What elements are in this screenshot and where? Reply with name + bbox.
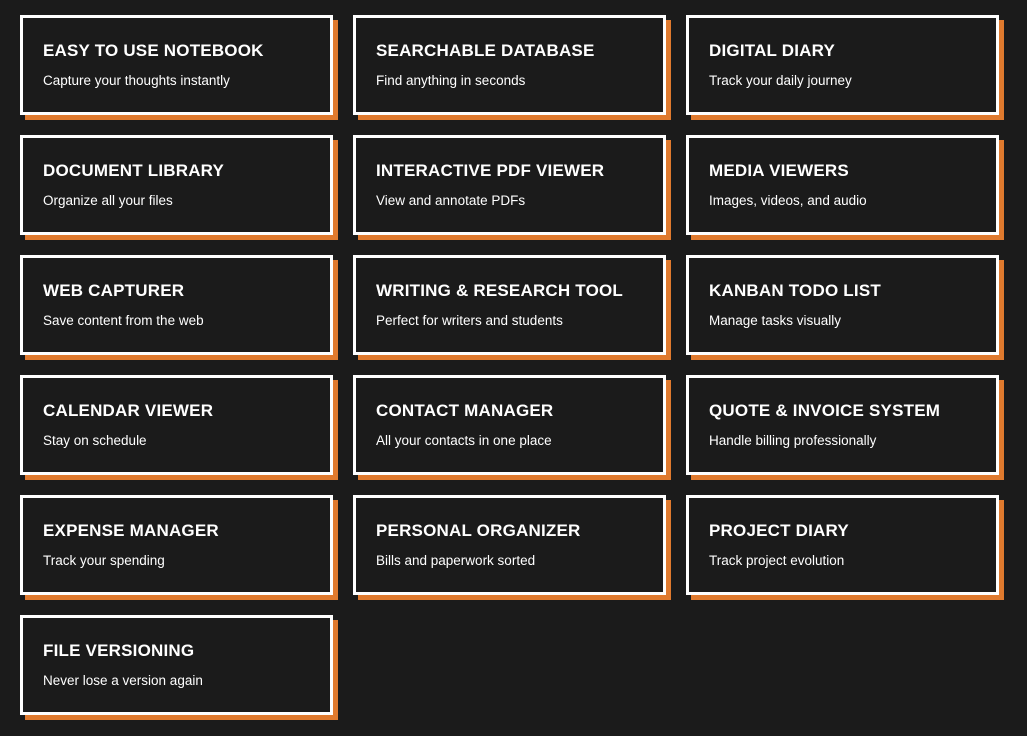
feature-title: EASY TO USE NOTEBOOK	[43, 41, 264, 60]
feature-description: Images, videos, and audio	[709, 193, 867, 208]
feature-card-project-diary[interactable]: PROJECT DIARY Track project evolution	[686, 495, 999, 595]
feature-description: Track your spending	[43, 553, 165, 568]
feature-card-easy-to-use-notebook[interactable]: EASY TO USE NOTEBOOK Capture your though…	[20, 15, 333, 115]
feature-title: WRITING & RESEARCH TOOL	[376, 281, 624, 300]
feature-card-document-library[interactable]: DOCUMENT LIBRARY Organize all your files	[20, 135, 333, 235]
feature-grid: EASY TO USE NOTEBOOK Capture your though…	[20, 15, 999, 715]
feature-card-web-capturer[interactable]: WEB CAPTURER Save content from the web	[20, 255, 333, 355]
feature-description: All your contacts in one place	[376, 433, 552, 448]
feature-title: QUOTE & INVOICE SYSTEM	[709, 401, 941, 420]
feature-description: Stay on schedule	[43, 433, 147, 448]
feature-description: Bills and paperwork sorted	[376, 553, 536, 568]
feature-title: CALENDAR VIEWER	[43, 401, 214, 420]
feature-card-digital-diary[interactable]: DIGITAL DIARY Track your daily journey	[686, 15, 999, 115]
feature-card-personal-organizer[interactable]: PERSONAL ORGANIZER Bills and paperwork s…	[353, 495, 666, 595]
feature-title: SEARCHABLE DATABASE	[376, 41, 595, 60]
feature-description: Perfect for writers and students	[376, 313, 563, 328]
feature-card-interactive-pdf-viewer[interactable]: INTERACTIVE PDF VIEWER View and annotate…	[353, 135, 666, 235]
feature-title: FILE VERSIONING	[43, 641, 195, 660]
feature-card-writing-research-tool[interactable]: WRITING & RESEARCH TOOL Perfect for writ…	[353, 255, 666, 355]
feature-card-media-viewers[interactable]: MEDIA VIEWERS Images, videos, and audio	[686, 135, 999, 235]
feature-title: DOCUMENT LIBRARY	[43, 161, 225, 180]
feature-title: WEB CAPTURER	[43, 281, 185, 300]
feature-card-calendar-viewer[interactable]: CALENDAR VIEWER Stay on schedule	[20, 375, 333, 475]
feature-description: Organize all your files	[43, 193, 173, 208]
feature-description: View and annotate PDFs	[376, 193, 526, 208]
feature-title: EXPENSE MANAGER	[43, 521, 219, 540]
feature-title: PERSONAL ORGANIZER	[376, 521, 581, 540]
feature-description: Handle billing professionally	[709, 433, 877, 448]
feature-title: MEDIA VIEWERS	[709, 161, 849, 180]
feature-description: Find anything in seconds	[376, 73, 526, 88]
feature-title: DIGITAL DIARY	[709, 41, 836, 60]
feature-description: Capture your thoughts instantly	[43, 73, 230, 88]
feature-card-file-versioning[interactable]: FILE VERSIONING Never lose a version aga…	[20, 615, 333, 715]
feature-card-kanban-todo-list[interactable]: KANBAN TODO LIST Manage tasks visually	[686, 255, 999, 355]
feature-description: Track your daily journey	[709, 73, 852, 88]
feature-card-searchable-database[interactable]: SEARCHABLE DATABASE Find anything in sec…	[353, 15, 666, 115]
feature-title: CONTACT MANAGER	[376, 401, 554, 420]
feature-card-quote-invoice-system[interactable]: QUOTE & INVOICE SYSTEM Handle billing pr…	[686, 375, 999, 475]
feature-card-expense-manager[interactable]: EXPENSE MANAGER Track your spending	[20, 495, 333, 595]
feature-card-contact-manager[interactable]: CONTACT MANAGER All your contacts in one…	[353, 375, 666, 475]
feature-title: PROJECT DIARY	[709, 521, 849, 540]
feature-description: Manage tasks visually	[709, 313, 842, 328]
feature-description: Never lose a version again	[43, 673, 203, 688]
feature-description: Save content from the web	[43, 313, 204, 328]
feature-title: KANBAN TODO LIST	[709, 281, 881, 300]
feature-title: INTERACTIVE PDF VIEWER	[376, 161, 605, 180]
feature-description: Track project evolution	[709, 553, 845, 568]
